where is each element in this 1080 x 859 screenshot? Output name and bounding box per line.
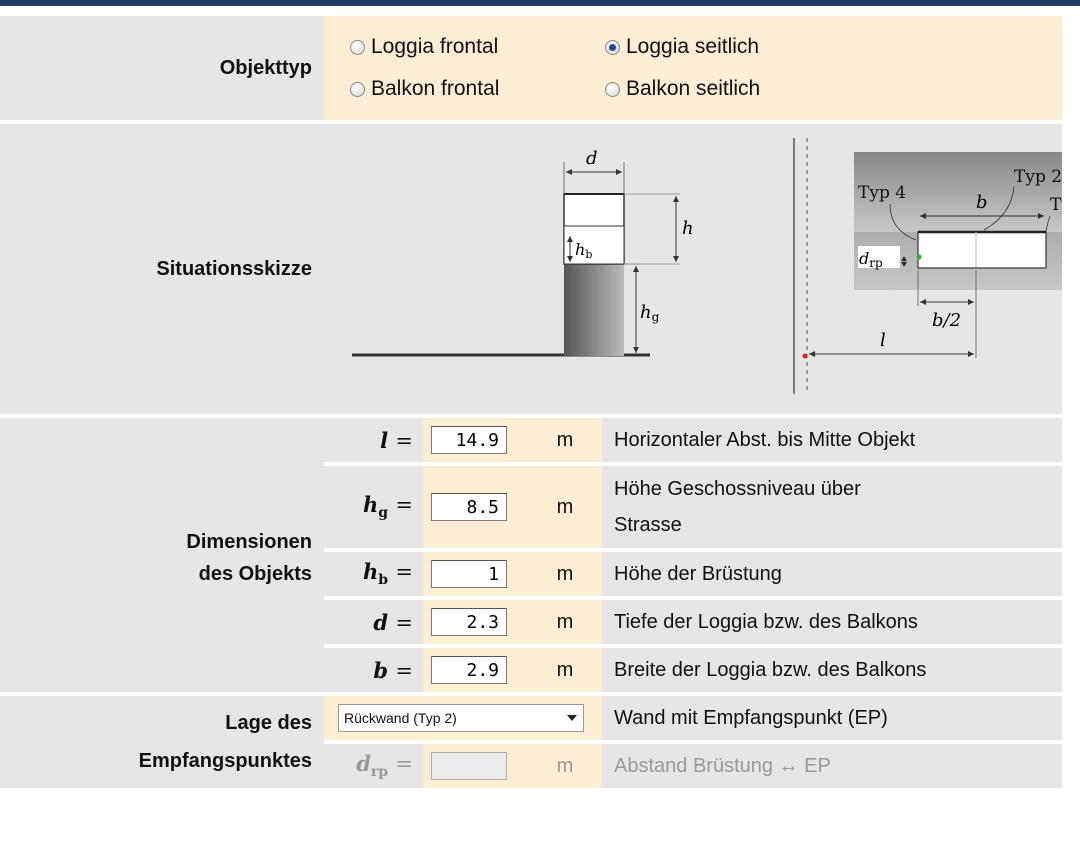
radio-balkon-frontal[interactable]: Balkon frontal [350, 68, 605, 110]
dim-b2-label: b/2 [932, 310, 961, 331]
radio-loggia-seitlich[interactable]: Loggia seitlich [605, 26, 759, 68]
parapet [563, 225, 625, 265]
wall-select-value: Rückwand (Typ 2) [344, 710, 457, 726]
side-sketch: Typ 4 Typ 2 Ty b drp [793, 138, 1062, 394]
sketch-drawing: d h hb hg Typ 4 Typ 2 T b drp b/2 l [352, 138, 1062, 394]
dim-l-label: l [880, 330, 886, 351]
object-type-group: Loggia frontal Loggia seitlich Balkon fr… [324, 16, 1063, 120]
input-hg[interactable] [431, 493, 507, 521]
symbol-d: d = [324, 600, 423, 644]
radio-circle[interactable] [350, 39, 365, 55]
building-base [564, 264, 624, 356]
chevron-down-icon[interactable] [567, 715, 577, 721]
source-point [802, 353, 808, 359]
symbol-drp: drp = [324, 744, 423, 788]
desc-hg: Höhe Geschossniveau über Strasse [602, 466, 1063, 548]
radio-circle-selected[interactable] [605, 39, 620, 55]
front-sketch: d h hb hg [352, 148, 694, 357]
radio-label: Loggia frontal [371, 35, 499, 58]
symbol-hg: hg = [324, 466, 423, 548]
desc-d: Tiefe der Loggia bzw. des Balkons [602, 600, 1063, 644]
radio-circle[interactable] [605, 81, 620, 97]
receiver-label: Lage des Empfangspunktes [0, 696, 324, 788]
input-drp[interactable] [431, 752, 507, 780]
header-bar [0, 0, 1080, 6]
receiver-point [916, 254, 922, 260]
radio-circle[interactable] [350, 81, 365, 97]
radio-balkon-seitlich[interactable]: Balkon seitlich [605, 68, 760, 110]
object-type-label: Objekttyp [0, 16, 324, 120]
input-hb[interactable] [431, 560, 507, 588]
input-form: Objekttyp Loggia frontal Loggia seitlich [0, 12, 1063, 792]
receiver-label-line2: Empfangspunktes [138, 750, 312, 772]
unit-hb: m [528, 552, 602, 596]
desc-hb: Höhe der Brüstung [602, 552, 1063, 596]
desc-drp: Abstand Brüstung ↔ EP [602, 744, 1063, 788]
dim-hg-label: hg [640, 302, 660, 324]
dim-b-label: b [976, 192, 988, 213]
symbol-hb: hb = [324, 552, 423, 596]
dim-h-label: h [682, 218, 694, 239]
input-l[interactable] [431, 426, 507, 454]
dimensions-label: Dimensionen des Objekts [0, 418, 324, 692]
radio-label: Balkon seitlich [626, 77, 761, 100]
unit-b: m [528, 648, 602, 692]
wall-select[interactable]: Rückwand (Typ 2) [338, 704, 584, 732]
dimensions-label-line1: Dimensionen [186, 531, 312, 553]
wall-select-cell: Rückwand (Typ 2) [324, 696, 602, 740]
radio-loggia-frontal[interactable]: Loggia frontal [350, 26, 605, 68]
dimensions-label-line2: des Objekts [198, 563, 312, 585]
label-typ2: Typ 2 [1014, 167, 1062, 187]
label-typ3: Ty [1050, 195, 1062, 215]
balcony-plan [917, 231, 1047, 269]
radio-label: Balkon frontal [371, 77, 500, 100]
input-b[interactable] [431, 656, 507, 684]
receiver-label-line1: Lage des [225, 712, 312, 734]
symbol-b: b = [324, 648, 423, 692]
desc-b: Breite der Loggia bzw. des Balkons [602, 648, 1063, 692]
unit-drp: m [528, 744, 602, 788]
dim-d-label: d [586, 148, 598, 169]
unit-hg: m [528, 466, 602, 548]
symbol-l: l = [324, 418, 423, 462]
unit-l: m [528, 418, 602, 462]
situation-sketch: d h hb hg Typ 4 Typ 2 T b drp b/2 l [324, 124, 1063, 414]
desc-l: Horizontaler Abst. bis Mitte Objekt [602, 418, 1063, 462]
wall-desc: Wand mit Empfangspunkt (EP) [602, 696, 1063, 740]
input-d[interactable] [431, 608, 507, 636]
label-typ4: Typ 4 [858, 183, 906, 203]
unit-d: m [528, 600, 602, 644]
sketch-label: Situationsskizze [0, 124, 324, 414]
radio-label: Loggia seitlich [626, 35, 760, 58]
